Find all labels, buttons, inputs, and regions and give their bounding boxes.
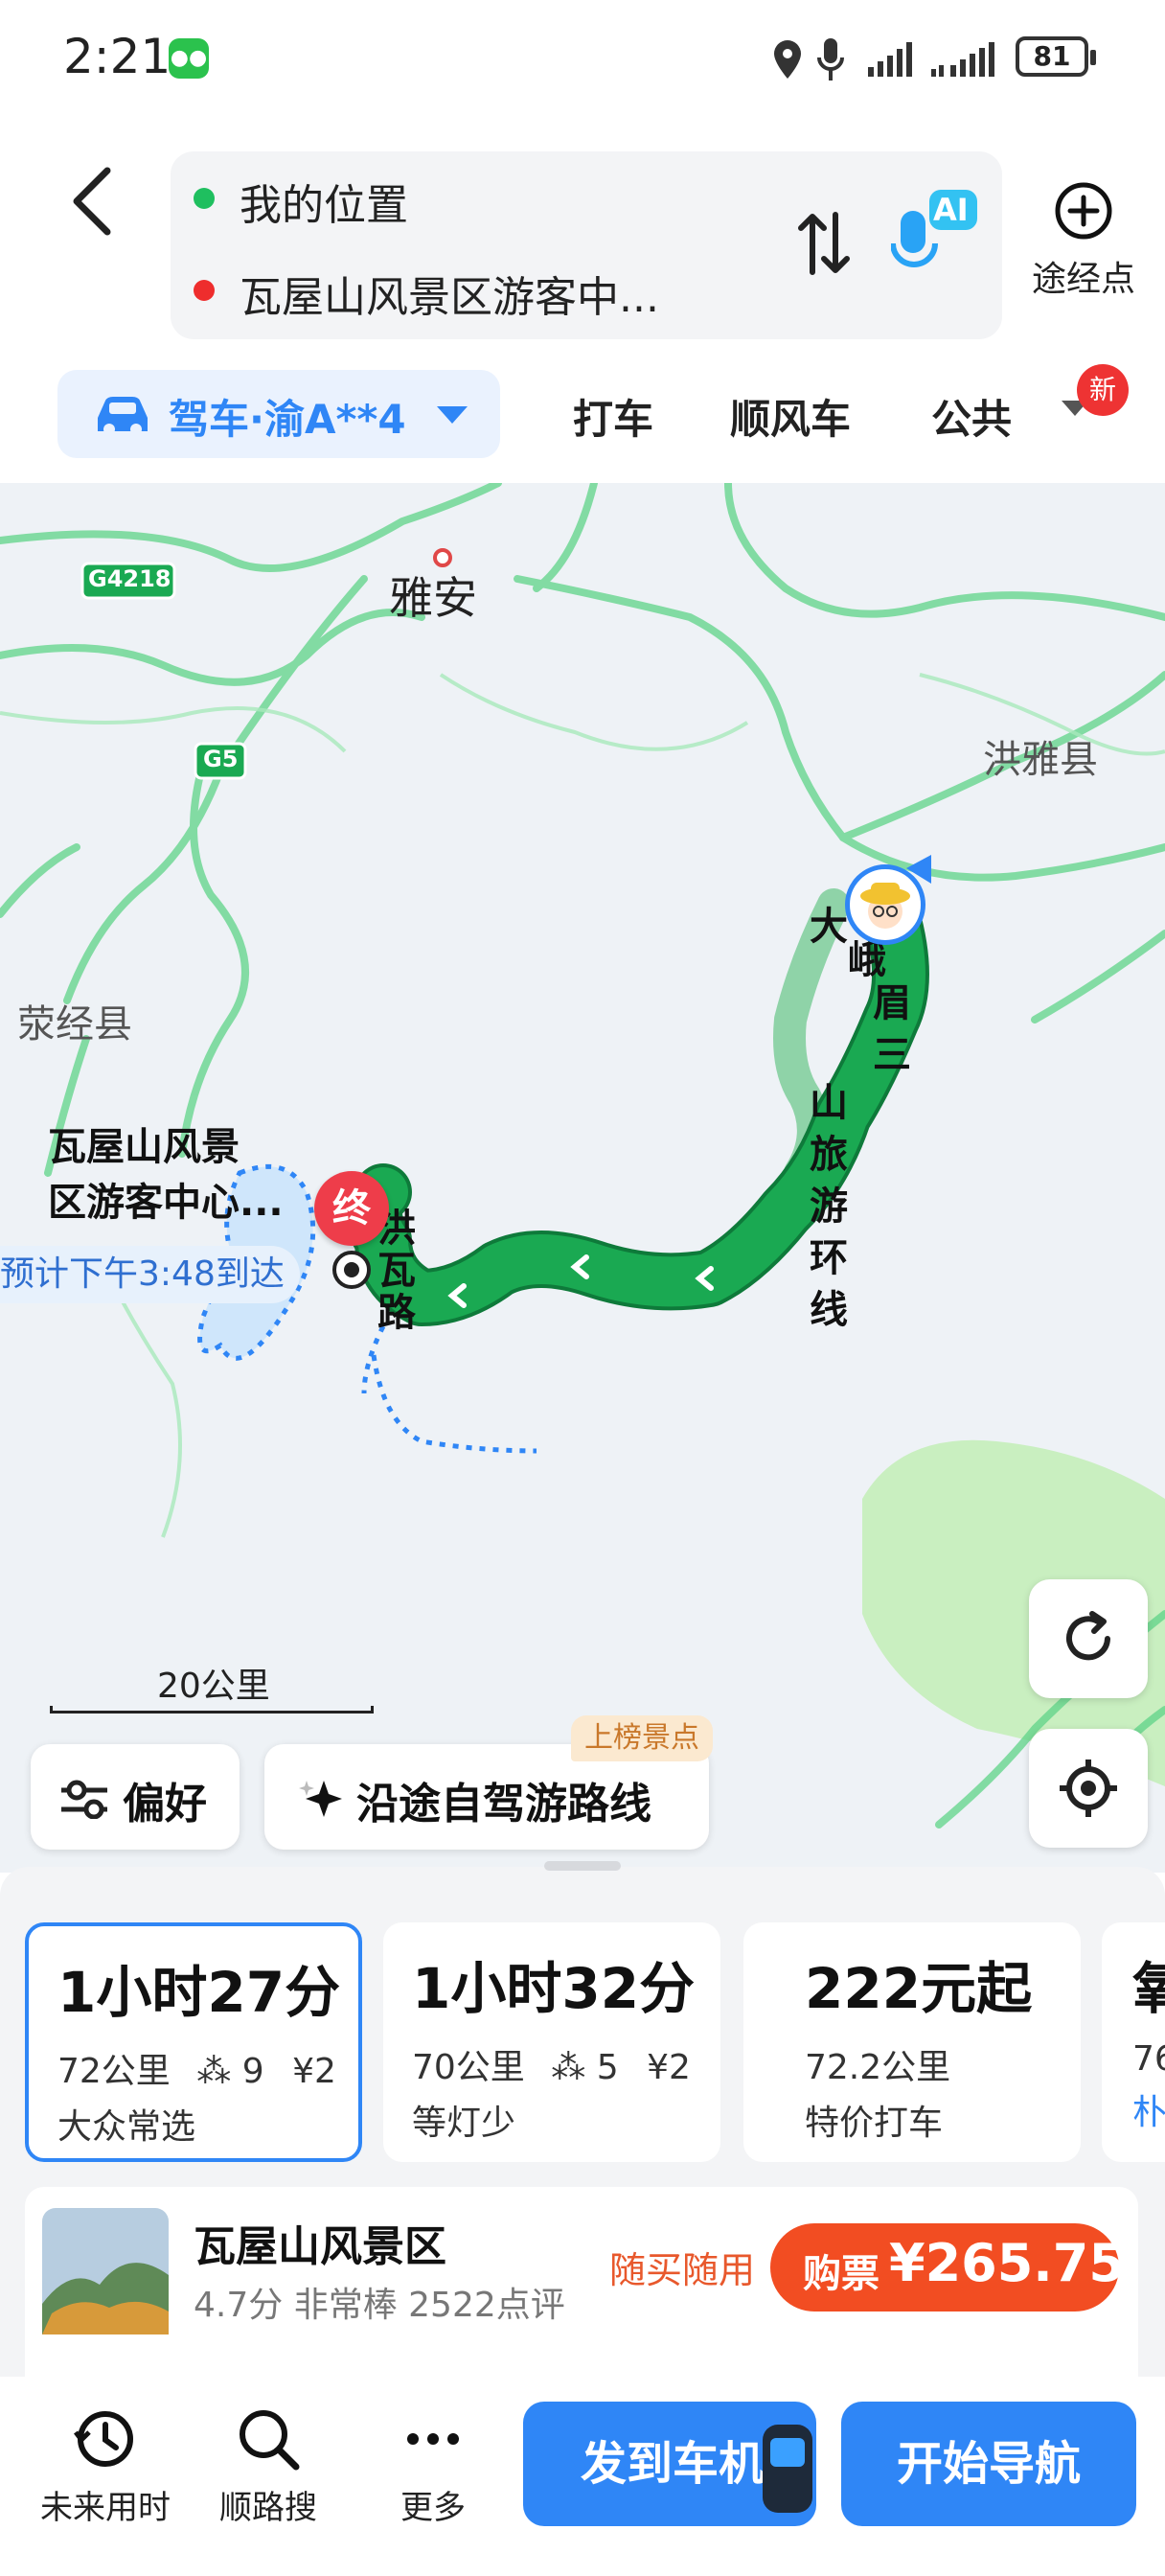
sliders-icon bbox=[61, 1780, 107, 1819]
chevron-down-icon bbox=[437, 406, 468, 424]
tab-transit[interactable]: 公共 bbox=[931, 387, 1014, 446]
route-input-box: 我的位置 瓦屋山风景区游客中... AI bbox=[171, 151, 1002, 339]
destination-dot bbox=[194, 280, 215, 301]
signal-icon-1 bbox=[868, 42, 912, 77]
sparkle-icon bbox=[299, 1781, 342, 1817]
route-name-loop-d: 山 旅 游 环 线 bbox=[810, 1081, 848, 1332]
more-button[interactable]: 更多 bbox=[356, 2405, 510, 2528]
microphone-icon bbox=[817, 38, 844, 80]
taxi-distance: 72.2公里 bbox=[805, 2048, 951, 2087]
new-badge: 新 bbox=[1077, 364, 1129, 416]
destination-map-label: 瓦屋山风景 区游客中心... bbox=[48, 1125, 284, 1225]
taxi-option[interactable]: 222元起 72.2公里 特价打车 bbox=[743, 1922, 1081, 2162]
panel-drag-handle[interactable] bbox=[544, 1861, 621, 1871]
more-dots-icon bbox=[407, 2433, 459, 2445]
scenic-promo: 随买随用 bbox=[609, 2249, 756, 2291]
route-duration: 1小时27分 bbox=[57, 1960, 341, 2025]
place-yingjing: 荥经县 bbox=[17, 1002, 132, 1046]
place-yaan: 雅安 bbox=[389, 572, 477, 624]
map-view[interactable]: G4218 G5 雅安 洪雅县 荥经县 大 峨 眉 三 山 旅 游 环 线 洪 … bbox=[0, 483, 1165, 1873]
taxi-price: 222元起 bbox=[805, 1956, 1033, 2021]
route-meta: 72公里 ⁂ 9 ¥2 bbox=[57, 2052, 336, 2091]
future-time-button[interactable]: 未来用时 bbox=[29, 2405, 182, 2528]
scenic-thumbnail bbox=[42, 2208, 169, 2334]
origin-field[interactable]: 我的位置 bbox=[240, 171, 408, 232]
route-duration: 1小时32分 bbox=[412, 1956, 696, 2021]
selfdrive-routes-label: 沿途自驾游路线 bbox=[356, 1780, 651, 1828]
send-to-car-label: 发到车机 bbox=[581, 2437, 765, 2491]
route-tag: 大众常选 bbox=[57, 2107, 196, 2147]
route-option-1[interactable]: 1小时27分 72公里 ⁂ 9 ¥2 大众常选 bbox=[25, 1922, 362, 2162]
battery-indicator: 81 bbox=[1016, 36, 1096, 77]
car-unit-icon bbox=[763, 2425, 812, 2513]
preferences-button[interactable]: 偏好 bbox=[31, 1744, 240, 1850]
crosshair-icon bbox=[1060, 1760, 1117, 1817]
wechat-icon: ●● bbox=[169, 38, 209, 79]
signal-icon-2 bbox=[931, 42, 994, 77]
car-icon bbox=[98, 397, 148, 435]
preferences-label: 偏好 bbox=[123, 1780, 207, 1828]
via-point-label: 途经点 bbox=[1031, 260, 1135, 299]
highway-shield-g5: G5 bbox=[203, 746, 239, 772]
refresh-route-button[interactable] bbox=[1029, 1579, 1148, 1698]
map-scale-bar bbox=[50, 1706, 374, 1714]
route-duration: 氧 bbox=[1132, 1956, 1165, 2021]
map-scale-label: 20公里 bbox=[157, 1667, 270, 1706]
tab-taxi[interactable]: 打车 bbox=[573, 387, 653, 446]
send-to-car-button[interactable]: 发到车机 bbox=[523, 2402, 816, 2526]
future-time-label: 未来用时 bbox=[40, 2489, 171, 2527]
route-option-2[interactable]: 1小时32分 70公里 ⁂ 5 ¥2 等灯少 bbox=[383, 1922, 720, 2162]
clock-icon bbox=[74, 2411, 133, 2467]
route-meta: 70公里 ⁂ 5 ¥2 bbox=[412, 2048, 691, 2087]
locate-me-button[interactable] bbox=[1029, 1729, 1148, 1848]
highway-shield-g4218: G4218 bbox=[88, 565, 171, 592]
destination-point-icon bbox=[332, 1251, 371, 1289]
route-tag: 朴 bbox=[1132, 2093, 1165, 2132]
tab-hitch[interactable]: 顺风车 bbox=[730, 387, 851, 446]
via-point-button[interactable]: 途经点 bbox=[1029, 180, 1138, 301]
location-icon bbox=[774, 40, 801, 79]
buy-ticket-button[interactable]: 购票 ¥265.75 bbox=[770, 2223, 1125, 2312]
heading-arrow-icon bbox=[906, 855, 931, 884]
route-meta: 76 bbox=[1132, 2039, 1165, 2079]
scenic-name: 瓦屋山风景区 bbox=[194, 2222, 446, 2271]
swap-icon[interactable] bbox=[795, 209, 853, 278]
scenic-rating: 4.7分 非常棒 2522点评 bbox=[194, 2286, 565, 2325]
buy-ticket-label: 购票 bbox=[803, 2252, 879, 2296]
more-label: 更多 bbox=[400, 2489, 466, 2527]
refresh-icon bbox=[1066, 1611, 1110, 1661]
back-arrow-icon[interactable] bbox=[65, 163, 123, 240]
taxi-tag: 特价打车 bbox=[805, 2104, 944, 2143]
ticket-price: ¥265.75 bbox=[889, 2233, 1125, 2293]
place-hongya: 洪雅县 bbox=[983, 738, 1098, 782]
scenic-ticket-card[interactable]: 瓦屋山风景区 4.7分 非常棒 2522点评 随买随用 购票 ¥265.75 bbox=[25, 2187, 1138, 2379]
end-marker[interactable]: 终 bbox=[314, 1171, 389, 1246]
route-name-loop-c: 眉 三 bbox=[873, 981, 911, 1077]
start-navigation-button[interactable]: 开始导航 bbox=[841, 2402, 1136, 2526]
status-time: 2:21 bbox=[63, 29, 171, 84]
origin-dot bbox=[194, 188, 215, 209]
traffic-light-icon: ⁂ bbox=[196, 2052, 232, 2091]
traffic-light-icon: ⁂ bbox=[551, 2048, 586, 2087]
add-circle-icon bbox=[1055, 182, 1112, 240]
eta-label: 预计下午3:48到达 bbox=[0, 1246, 300, 1303]
ai-badge: AI bbox=[933, 192, 969, 228]
top-scenic-tag: 上榜景点 bbox=[571, 1715, 713, 1761]
mode-drive-label: 驾车·渝A**4 bbox=[169, 396, 406, 443]
status-bar: 2:21 ●● 81 bbox=[0, 0, 1165, 115]
mode-drive-tab[interactable]: 驾车·渝A**4 bbox=[57, 370, 500, 458]
destination-field[interactable]: 瓦屋山风景区游客中... bbox=[240, 263, 738, 324]
along-search-label: 顺路搜 bbox=[219, 2489, 317, 2527]
along-search-button[interactable]: 顺路搜 bbox=[192, 2405, 345, 2528]
search-icon bbox=[240, 2410, 300, 2471]
route-option-4[interactable]: 氧 76 朴 bbox=[1102, 1922, 1165, 2162]
route-tag: 等灯少 bbox=[412, 2104, 516, 2143]
